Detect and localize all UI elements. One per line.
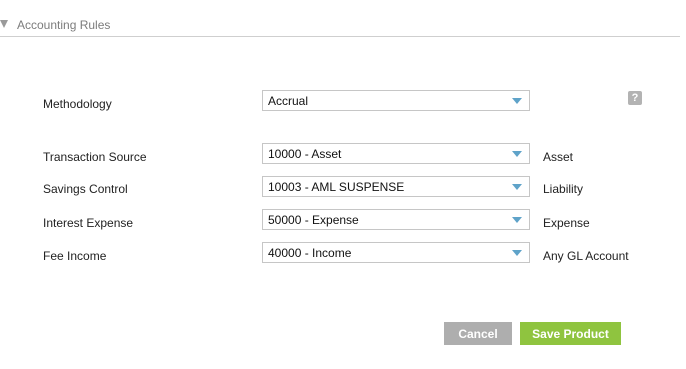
interest-expense-label: Interest Expense xyxy=(43,216,134,230)
fee-income-value: 40000 - Income xyxy=(268,246,352,260)
dropdown-arrow-icon[interactable] xyxy=(512,250,522,256)
transaction-source-value: 10000 - Asset xyxy=(268,147,342,161)
transaction-source-label: Transaction Source xyxy=(43,150,147,164)
methodology-value: Accrual xyxy=(268,94,309,108)
help-icon[interactable]: ? xyxy=(628,91,642,105)
interest-expense-value: 50000 - Expense xyxy=(268,213,359,227)
methodology-select[interactable]: Accrual xyxy=(262,90,530,111)
savings-control-label: Savings Control xyxy=(43,182,128,196)
transaction-source-select[interactable]: 10000 - Asset xyxy=(262,143,530,164)
section-title: Accounting Rules xyxy=(17,18,111,32)
fee-income-label: Fee Income xyxy=(43,249,107,263)
dropdown-arrow-icon[interactable] xyxy=(512,98,522,104)
transaction-source-type: Asset xyxy=(543,150,574,164)
interest-expense-type: Expense xyxy=(543,216,590,230)
savings-control-select[interactable]: 10003 - AML SUSPENSE xyxy=(262,176,530,197)
methodology-label: Methodology xyxy=(43,97,112,111)
cancel-button[interactable]: Cancel xyxy=(444,322,512,345)
savings-control-value: 10003 - AML SUSPENSE xyxy=(268,180,405,194)
dropdown-arrow-icon[interactable] xyxy=(512,184,522,190)
fee-income-select[interactable]: 40000 - Income xyxy=(262,242,530,263)
dropdown-arrow-icon[interactable] xyxy=(512,217,522,223)
section-header[interactable]: Accounting Rules xyxy=(0,0,680,37)
save-product-button[interactable]: Save Product xyxy=(520,322,621,345)
fee-income-type: Any GL Account xyxy=(543,249,629,263)
collapse-triangle-icon[interactable] xyxy=(0,20,8,28)
dropdown-arrow-icon[interactable] xyxy=(512,151,522,157)
interest-expense-select[interactable]: 50000 - Expense xyxy=(262,209,530,230)
savings-control-type: Liability xyxy=(543,182,584,196)
